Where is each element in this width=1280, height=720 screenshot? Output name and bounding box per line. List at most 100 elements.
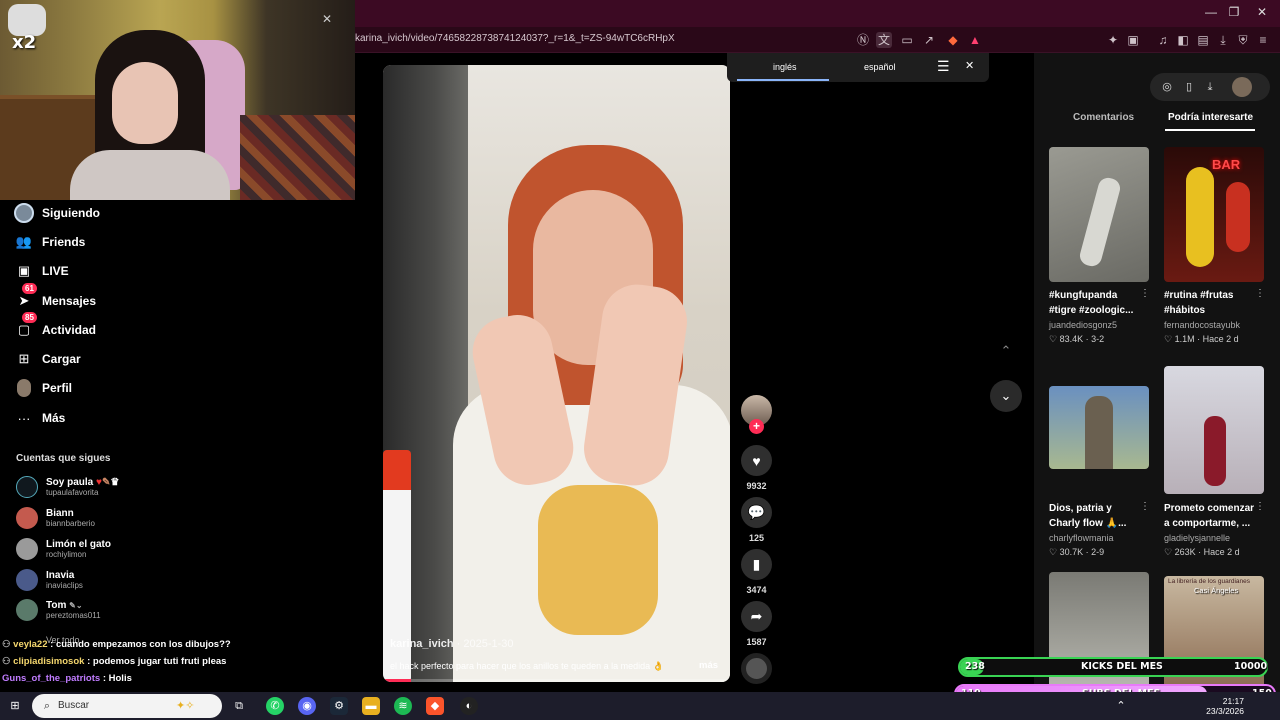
translate-icon[interactable]: 文: [876, 32, 892, 48]
nav-item-friends[interactable]: 👥 Friends: [14, 230, 85, 254]
extensions-icon[interactable]: ✦: [1105, 32, 1121, 48]
like-count: 9932: [746, 481, 767, 491]
download-icon[interactable]: ⤓: [1215, 32, 1231, 48]
video-more-link[interactable]: más: [699, 660, 718, 671]
minimize-icon[interactable]: —: [1202, 5, 1220, 19]
restore-icon[interactable]: ❐: [1225, 5, 1243, 19]
video-card-thumbnail[interactable]: [1049, 386, 1149, 469]
following-account[interactable]: Limón el gato rochiylimon: [16, 536, 111, 562]
nav-item-live[interactable]: ▣ LIVE: [14, 259, 69, 283]
video-author[interactable]: karina_ivich: [390, 638, 454, 650]
phone-icon[interactable]: ▯: [1179, 77, 1199, 97]
video-card-thumbnail[interactable]: [1049, 147, 1149, 282]
brave-shield-icon[interactable]: ◆: [945, 32, 961, 48]
more-options-icon[interactable]: ⋮: [1140, 288, 1150, 299]
video-card-user[interactable]: fernandocostayubk: [1164, 320, 1240, 330]
menu-icon[interactable]: ≡: [1255, 32, 1271, 48]
tab-comentarios[interactable]: Comentarios: [1073, 112, 1134, 123]
save-button[interactable]: ▮: [741, 549, 772, 580]
translate-menu-icon[interactable]: ☰: [937, 58, 950, 75]
avatar: [16, 476, 38, 498]
nav-item-siguiendo[interactable]: Siguiendo: [14, 201, 100, 225]
nav-item-mensajes[interactable]: ➤ 61 Mensajes: [14, 283, 96, 313]
video-author-line[interactable]: karina_ivich · 2025-1-30: [390, 638, 514, 650]
video-card-title[interactable]: #rutina #frutas #hábitos: [1164, 288, 1256, 318]
video-card-thumbnail[interactable]: BAR: [1164, 147, 1264, 282]
video-card-title[interactable]: Dios, patria y Charly flow 🙏...: [1049, 501, 1141, 531]
vpn-icon[interactable]: ⛨: [1235, 32, 1251, 48]
like-button[interactable]: ♥: [741, 445, 772, 476]
close-window-icon[interactable]: ✕: [1253, 5, 1271, 19]
following-account[interactable]: Tom ✎⌄ pereztomas011: [16, 597, 101, 623]
sparkle-emoji-icon: ✎⌄: [69, 601, 83, 610]
video-card-user[interactable]: gladielysjannelle: [1164, 533, 1230, 543]
music-disc-icon[interactable]: [741, 653, 772, 684]
video-card-title[interactable]: Prometo comenzar a comportarme, ...: [1164, 501, 1256, 531]
heart-outline-icon: ♡: [1164, 334, 1175, 344]
share-button[interactable]: ➦: [741, 601, 772, 632]
sidebar-icon[interactable]: ◧: [1175, 32, 1191, 48]
download-icon[interactable]: ⤓: [1200, 77, 1220, 97]
reader-mode-icon[interactable]: Ⓝ: [855, 32, 871, 48]
following-account[interactable]: Inavia inaviaclips: [16, 567, 83, 593]
bookmark-icon: ▮: [752, 556, 761, 572]
more-icon: ···: [17, 410, 31, 426]
translate-popup: inglés español ☰ ✕: [727, 53, 989, 82]
nav-item-actividad[interactable]: ▢ 85 Actividad: [14, 312, 96, 342]
translate-close-icon[interactable]: ✕: [965, 59, 974, 72]
url-text[interactable]: karina_ivich/video/7465822873874124037?_…: [355, 33, 675, 44]
upload-icon: ⊞: [18, 351, 30, 366]
following-account[interactable]: Biann biannbarberio: [16, 505, 95, 531]
screenshot-icon[interactable]: ▣: [1125, 32, 1141, 48]
nav-item-label: Siguiendo: [42, 206, 100, 220]
translate-tab-target[interactable]: español: [864, 62, 896, 72]
music-icon[interactable]: ♫: [1155, 32, 1171, 48]
translate-tab-source[interactable]: inglés: [773, 62, 797, 72]
video-card-stats: ♡ 30.7K · 2-9: [1049, 547, 1105, 557]
video-card-user[interactable]: juandediosgonz5: [1049, 320, 1117, 330]
file-explorer-icon[interactable]: ▬: [362, 697, 380, 715]
video-card-user[interactable]: charlyflowmania: [1049, 533, 1114, 543]
more-options-icon[interactable]: ⋮: [1255, 288, 1265, 299]
video-card-date: Hace 2 d: [1202, 334, 1239, 344]
nav-item-cargar[interactable]: ⊞ Cargar: [14, 347, 81, 371]
tab-podria-interesarte[interactable]: Podría interesarte: [1168, 112, 1253, 123]
avatar: [16, 538, 38, 560]
video-player[interactable]: [383, 65, 730, 682]
clock[interactable]: 21:17 23/3/2026: [1206, 696, 1244, 716]
windows-start-icon[interactable]: ⊞: [6, 697, 24, 715]
video-progress-bar[interactable]: [383, 679, 730, 682]
following-account[interactable]: Soy paula ♥✎♛ tupaulafavorita: [16, 474, 119, 500]
wallet-icon[interactable]: ▤: [1195, 32, 1211, 48]
more-options-icon[interactable]: ⋮: [1255, 501, 1265, 512]
brave-browser-icon[interactable]: ◆: [426, 697, 444, 715]
search-icon: ⌕: [43, 700, 51, 712]
task-view-icon[interactable]: ⧉: [230, 697, 248, 715]
comment-button[interactable]: 💬: [741, 497, 772, 528]
next-video-chevron-down-icon[interactable]: ⌄: [990, 380, 1022, 412]
avatar: [16, 569, 38, 591]
share-icon[interactable]: ↗: [921, 32, 937, 48]
obs-icon[interactable]: ◐: [460, 697, 478, 715]
user-avatar[interactable]: [1232, 77, 1252, 97]
more-options-icon[interactable]: ⋮: [1140, 501, 1150, 512]
kicks-goal: 10000: [1234, 661, 1268, 672]
video-card-title[interactable]: #kungfupanda #tigre #zoologic...: [1049, 288, 1141, 318]
account-name: Inavia: [46, 570, 75, 581]
address-bar[interactable]: karina_ivich/video/7465822873874124037?_…: [355, 27, 1280, 53]
whatsapp-icon[interactable]: ✆: [266, 697, 284, 715]
brave-rewards-icon[interactable]: ▲: [967, 32, 983, 48]
tab-close-icon[interactable]: ✕: [318, 12, 336, 26]
spotify-icon[interactable]: ≋: [394, 697, 412, 715]
kicks-value: 238: [965, 661, 985, 672]
system-tray-icons[interactable]: ⌃: [1112, 697, 1130, 715]
discord-icon[interactable]: ◉: [298, 697, 316, 715]
video-card-thumbnail[interactable]: [1164, 366, 1264, 494]
nav-item-mas[interactable]: ··· Más: [14, 406, 66, 430]
follow-plus-icon[interactable]: +: [749, 419, 764, 434]
previous-video-chevron-up-icon[interactable]: ⌃: [995, 340, 1017, 362]
steam-icon[interactable]: ⚙: [330, 697, 348, 715]
cast-icon[interactable]: ▭: [899, 32, 915, 48]
nav-item-perfil[interactable]: Perfil: [14, 376, 72, 400]
compass-icon[interactable]: ◎: [1157, 77, 1177, 97]
